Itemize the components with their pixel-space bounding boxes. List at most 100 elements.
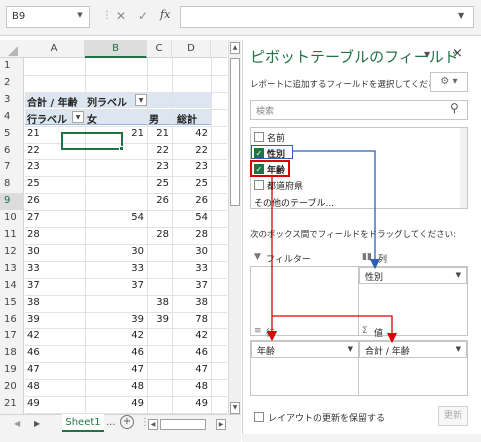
row-header[interactable]: 11 — [0, 227, 24, 244]
defer-layout-label[interactable]: レイアウトの更新を保留する — [268, 411, 385, 424]
cancel-icon[interactable]: ✕ — [116, 9, 126, 23]
pane-options-chevron-icon[interactable]: ▼ — [424, 50, 430, 59]
add-sheet-icon[interactable]: + — [120, 415, 134, 429]
pivot-column-total[interactable]: 総計 — [177, 109, 197, 126]
values-field-chip[interactable]: 合計 / 年齢 ▼ — [359, 341, 467, 358]
field-search-input[interactable] — [250, 100, 468, 120]
insert-function-icon[interactable]: fx — [160, 8, 170, 21]
pivot-row-label-cell[interactable]: 38 — [27, 295, 83, 312]
pivot-female-cell[interactable]: 49 — [87, 396, 147, 413]
pivot-female-cell[interactable]: 42 — [87, 328, 147, 345]
pivot-total-cell[interactable]: 23 — [173, 159, 211, 176]
row-header[interactable]: 2 — [0, 75, 24, 92]
pivot-row-label-cell[interactable]: 46 — [27, 345, 83, 362]
field-checkbox-name[interactable] — [254, 132, 264, 142]
active-cell-selection[interactable] — [61, 132, 123, 150]
pivot-male-cell[interactable] — [149, 244, 172, 261]
pivot-row-label-cell[interactable]: 37 — [27, 278, 83, 295]
scroll-right-icon[interactable]: ▶ — [216, 419, 226, 430]
pivot-female-cell[interactable]: 54 — [87, 210, 147, 227]
row-header[interactable]: 8 — [0, 176, 24, 193]
pivot-row-label-cell[interactable]: 27 — [27, 210, 83, 227]
scroll-up-icon[interactable]: ▲ — [230, 42, 240, 54]
pivot-male-cell[interactable]: 39 — [149, 312, 172, 329]
row-header[interactable]: 14 — [0, 278, 24, 295]
check-icon[interactable]: ✓ — [138, 9, 148, 23]
more-sheets-button[interactable]: ... — [106, 417, 116, 428]
pivot-male-cell[interactable] — [149, 261, 172, 278]
pivot-total-cell[interactable]: 42 — [173, 328, 211, 345]
pivot-female-cell[interactable]: 47 — [87, 362, 147, 379]
field-list-scrollbar[interactable] — [460, 128, 467, 208]
defer-layout-checkbox[interactable] — [254, 412, 264, 422]
pivot-total-cell[interactable]: 46 — [173, 345, 211, 362]
pivot-female-cell[interactable] — [87, 295, 147, 312]
row-header[interactable]: 12 — [0, 244, 24, 261]
pivot-total-cell[interactable]: 48 — [173, 379, 211, 396]
gear-icon[interactable]: ⚙ ▾ — [430, 72, 468, 92]
cell-grid[interactable]: 合計 / 年齢 列ラベル ▼ 行ラベル ▼ 女 男 総計 21 21 21 42 22 2… — [25, 58, 227, 414]
expand-formula-bar-icon[interactable]: ▼ — [458, 11, 464, 20]
pivot-row-label-cell[interactable]: 39 — [27, 312, 83, 329]
columns-field-chip[interactable]: 性別 ▼ — [359, 267, 467, 284]
pivot-female-cell[interactable]: 48 — [87, 379, 147, 396]
pivot-female-cell[interactable] — [87, 193, 147, 210]
pivot-total-cell[interactable]: 28 — [173, 227, 211, 244]
pivot-column-female[interactable]: 女 — [87, 109, 97, 126]
sheet-tab-sheet1[interactable]: Sheet1 — [62, 414, 104, 432]
search-icon[interactable]: ⚲ — [450, 101, 459, 115]
chevron-down-icon[interactable]: ▼ — [70, 6, 90, 28]
row-header[interactable]: 5 — [0, 126, 24, 143]
horizontal-scroll-thumb[interactable] — [160, 419, 206, 430]
rows-field-chip[interactable]: 年齢 ▼ — [251, 341, 359, 358]
pivot-total-cell[interactable]: 78 — [173, 312, 211, 329]
row-header[interactable]: 3 — [0, 92, 24, 109]
pivot-row-label-cell[interactable]: 28 — [27, 227, 83, 244]
pivot-male-cell[interactable] — [149, 345, 172, 362]
pivot-column-male[interactable]: 男 — [149, 109, 159, 126]
pivot-total-cell[interactable]: 42 — [173, 126, 211, 143]
row-header[interactable]: 4 — [0, 109, 24, 126]
row-header[interactable]: 15 — [0, 295, 24, 312]
row-header[interactable]: 17 — [0, 328, 24, 345]
chevron-down-icon[interactable]: ▼ — [456, 345, 461, 353]
close-icon[interactable]: × — [452, 46, 463, 61]
pivot-male-cell[interactable] — [149, 379, 172, 396]
pivot-female-cell[interactable]: 39 — [87, 312, 147, 329]
row-header[interactable]: 6 — [0, 143, 24, 160]
pivot-female-cell[interactable]: 37 — [87, 278, 147, 295]
update-button[interactable]: 更新 — [438, 406, 468, 426]
pivot-row-label-cell[interactable]: 42 — [27, 328, 83, 345]
pivot-male-cell[interactable] — [149, 210, 172, 227]
field-label-prefecture[interactable]: 都道府県 — [267, 179, 303, 192]
formula-input[interactable] — [180, 6, 474, 28]
scroll-down-icon[interactable]: ▼ — [230, 402, 240, 414]
row-header[interactable]: 21 — [0, 396, 24, 413]
pivot-row-label-cell[interactable]: 26 — [27, 193, 83, 210]
row-header[interactable]: 13 — [0, 261, 24, 278]
more-tables-link[interactable]: その他のテーブル... — [254, 196, 334, 209]
pivot-total-cell[interactable]: 22 — [173, 143, 211, 160]
pivot-female-cell[interactable] — [87, 227, 147, 244]
column-header-d[interactable]: D — [172, 40, 211, 58]
pivot-male-cell[interactable] — [149, 278, 172, 295]
row-header[interactable]: 7 — [0, 159, 24, 176]
pivot-male-cell[interactable] — [149, 362, 172, 379]
column-labels-filter-button[interactable]: ▼ — [135, 94, 147, 106]
pivot-total-cell[interactable]: 37 — [173, 278, 211, 295]
column-header-c[interactable]: C — [147, 40, 172, 58]
column-header-b[interactable]: B — [85, 40, 147, 58]
row-header[interactable]: 20 — [0, 379, 24, 396]
pivot-value-label[interactable]: 合計 / 年齢 — [27, 92, 78, 109]
pivot-female-cell[interactable] — [87, 176, 147, 193]
fill-handle[interactable] — [119, 146, 124, 151]
pivot-row-label-cell[interactable]: 47 — [27, 362, 83, 379]
pivot-row-label-cell[interactable]: 23 — [27, 159, 83, 176]
chevron-down-icon[interactable]: ▼ — [348, 345, 353, 353]
row-labels-filter-button[interactable]: ▼ — [72, 111, 84, 123]
scroll-left-icon[interactable]: ◀ — [148, 419, 158, 430]
pivot-male-cell[interactable]: 38 — [149, 295, 172, 312]
pivot-total-cell[interactable]: 25 — [173, 176, 211, 193]
pivot-male-cell[interactable]: 21 — [149, 126, 172, 143]
row-header[interactable]: 1 — [0, 58, 24, 75]
